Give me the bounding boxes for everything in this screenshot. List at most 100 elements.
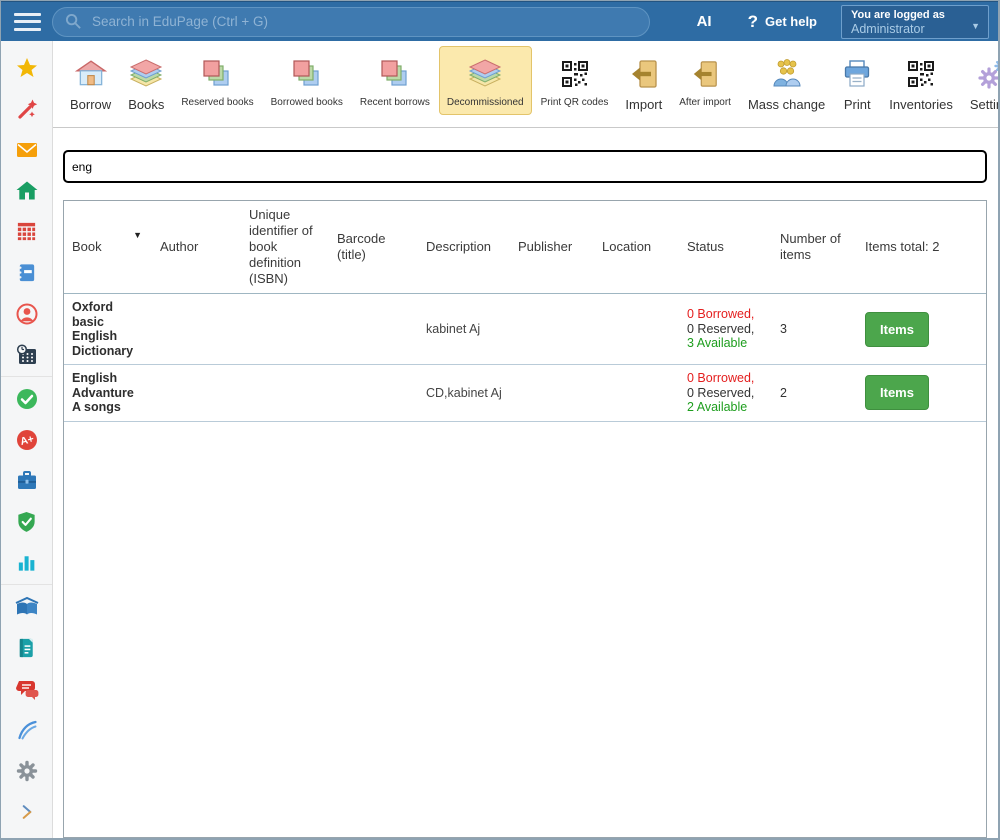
- column-header-status[interactable]: Status: [679, 201, 772, 294]
- sort-descending-icon: ▼: [133, 227, 142, 243]
- toolbar-button-mass-change[interactable]: Mass change: [740, 46, 833, 119]
- table-row[interactable]: Oxford basic English Dictionary kabinet …: [64, 294, 986, 365]
- book-stack-icon: [467, 52, 503, 96]
- toolbar-button-after-import[interactable]: After import: [671, 46, 739, 115]
- sidebar-item-settings[interactable]: [1, 750, 52, 791]
- book-isbn: [241, 365, 329, 422]
- sidebar-item-briefcase[interactable]: [1, 460, 52, 501]
- person-circle-icon: [15, 302, 39, 326]
- toolbar-button-borrowed-books[interactable]: Borrowed books: [263, 46, 351, 115]
- filter-row: [53, 128, 998, 183]
- toolbar-label: Mass change: [748, 97, 825, 112]
- table-row[interactable]: English Advanture A songs CD,kabinet Aj …: [64, 365, 986, 422]
- sidebar-item-star[interactable]: [1, 47, 52, 88]
- printer-icon: [842, 52, 872, 96]
- gear-icon: [15, 759, 39, 783]
- status-reserved: 0 Reserved,: [687, 386, 754, 400]
- top-bar: AI ? Get help You are logged as Administ…: [1, 1, 998, 41]
- sidebar-item-timetable[interactable]: [1, 211, 52, 252]
- column-header-location[interactable]: Location: [594, 201, 679, 294]
- sidebar-item-person[interactable]: [1, 293, 52, 334]
- shield-check-icon: [15, 510, 38, 534]
- sidebar-divider: [1, 584, 52, 585]
- toolbar-button-settings[interactable]: Settings: [962, 46, 1000, 119]
- toolbar-button-import[interactable]: Import: [617, 46, 670, 119]
- table-header-row: Book ▼ Author Unique identifier of book …: [64, 201, 986, 294]
- column-header-number-of-items[interactable]: Number of items: [772, 201, 857, 294]
- column-header-description[interactable]: Description: [418, 201, 510, 294]
- user-account-dropdown[interactable]: You are logged as Administrator ▼: [841, 5, 989, 39]
- sidebar-divider: [1, 376, 52, 377]
- home-icon: [15, 179, 39, 203]
- user-role: Administrator: [851, 22, 979, 36]
- global-search-input[interactable]: [92, 14, 637, 29]
- books-table: Book ▼ Author Unique identifier of book …: [64, 201, 986, 422]
- status-available: 2 Available: [687, 400, 747, 414]
- chevron-down-icon: ▼: [971, 21, 980, 31]
- toolbar-label: Settings: [970, 97, 1000, 112]
- sidebar-item-grades[interactable]: A+: [1, 419, 52, 460]
- sidebar-item-documents[interactable]: [1, 627, 52, 668]
- sidebar-item-sign[interactable]: [1, 709, 52, 750]
- column-header-publisher[interactable]: Publisher: [510, 201, 594, 294]
- sidebar-item-statistics[interactable]: [1, 542, 52, 583]
- calendar-clock-icon: [15, 343, 39, 367]
- import-arrow-icon: [691, 52, 719, 96]
- stacked-squares-icon: [202, 52, 232, 96]
- star-icon: [15, 56, 39, 80]
- sidebar-item-calendar[interactable]: [1, 334, 52, 375]
- sidebar-item-security[interactable]: [1, 501, 52, 542]
- toolbar-button-recent-borrows[interactable]: Recent borrows: [352, 46, 438, 115]
- notebook-icon: [15, 261, 38, 284]
- sidebar-item-notebook[interactable]: [1, 252, 52, 293]
- get-help-button[interactable]: ? Get help: [748, 12, 817, 32]
- sidebar-item-messages[interactable]: [1, 129, 52, 170]
- status-available: 3 Available: [687, 336, 747, 350]
- toolbar-button-books[interactable]: Books: [120, 46, 172, 119]
- global-search[interactable]: [52, 7, 650, 37]
- sidebar-item-library[interactable]: [1, 586, 52, 627]
- book-title: Oxford basic English Dictionary: [64, 294, 152, 365]
- book-description: kabinet Aj: [418, 294, 510, 365]
- sidebar-item-chat[interactable]: [1, 668, 52, 709]
- hamburger-menu-icon[interactable]: [14, 13, 41, 31]
- column-header-isbn[interactable]: Unique identifier of book definition (IS…: [241, 201, 329, 294]
- items-cell: Items: [857, 365, 986, 422]
- library-toolbar: Borrow Books: [53, 41, 998, 128]
- toolbar-label: After import: [679, 97, 731, 108]
- toolbar-button-print-qr-codes[interactable]: Print QR codes: [533, 46, 617, 115]
- sidebar-expand-button[interactable]: [1, 791, 52, 832]
- toolbar-label: Books: [128, 97, 164, 112]
- items-button[interactable]: Items: [865, 375, 929, 410]
- column-header-author[interactable]: Author: [152, 201, 241, 294]
- toolbar-button-reserved-books[interactable]: Reserved books: [173, 46, 261, 115]
- book-location: [594, 365, 679, 422]
- toolbar-label: Print QR codes: [541, 97, 609, 108]
- grade-a-plus-icon: A+: [15, 428, 39, 452]
- status-borrowed: 0 Borrowed,: [687, 371, 754, 385]
- toolbar-button-borrow[interactable]: Borrow: [62, 46, 119, 119]
- get-help-label: Get help: [765, 14, 817, 29]
- book-title: English Advanture A songs: [64, 365, 152, 422]
- toolbar-label: Print: [844, 97, 871, 112]
- items-button[interactable]: Items: [865, 312, 929, 347]
- book-status: 0 Borrowed, 0 Reserved, 3 Available: [679, 294, 772, 365]
- sidebar-item-wizard[interactable]: [1, 88, 52, 129]
- column-header-barcode[interactable]: Barcode (title): [329, 201, 418, 294]
- toolbar-button-inventories[interactable]: Inventories: [881, 46, 961, 119]
- toolbar-button-print[interactable]: Print: [834, 46, 880, 119]
- toolbar-button-decommissioned[interactable]: Decommissioned: [439, 46, 532, 115]
- column-header-book[interactable]: Book ▼: [64, 201, 152, 294]
- sidebar-item-approvals[interactable]: [1, 378, 52, 419]
- sidebar-item-home[interactable]: [1, 170, 52, 211]
- ai-button[interactable]: AI: [697, 13, 712, 30]
- number-of-items: 3: [772, 294, 857, 365]
- house-icon: [75, 52, 107, 96]
- expand-chevron-icon: [17, 802, 37, 822]
- question-mark-icon: ?: [748, 12, 758, 32]
- items-cell: Items: [857, 294, 986, 365]
- book-filter-input[interactable]: [63, 150, 987, 183]
- app-window: AI ? Get help You are logged as Administ…: [0, 0, 1000, 840]
- toolbar-label: Borrow: [70, 97, 111, 112]
- book-status: 0 Borrowed, 0 Reserved, 2 Available: [679, 365, 772, 422]
